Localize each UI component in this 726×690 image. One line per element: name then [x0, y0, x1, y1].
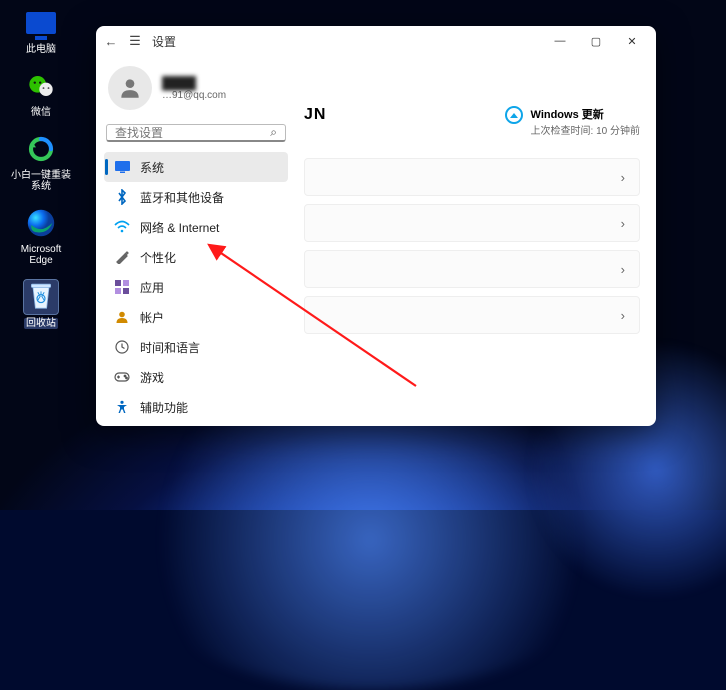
- nav-label: 个性化: [140, 249, 176, 266]
- nav-label: 游戏: [140, 369, 164, 386]
- settings-window: ← ☰ 设置 — ▢ ✕ ████ …91@qq.com ⌕: [96, 26, 656, 426]
- desktop-icon-label: 此电脑: [26, 44, 56, 55]
- update-title: Windows 更新: [531, 106, 640, 122]
- search-icon: ⌕: [270, 125, 277, 140]
- chevron-right-icon: ›: [621, 170, 625, 185]
- nav-item-system[interactable]: 系统: [104, 152, 288, 182]
- wifi-icon: [114, 219, 130, 235]
- sidebar: ████ …91@qq.com ⌕ 系统 蓝牙和其他设备: [96, 56, 296, 426]
- nav-item-apps[interactable]: 应用: [104, 272, 288, 302]
- nav-label: 系统: [140, 159, 164, 176]
- chevron-right-icon: ›: [621, 308, 625, 323]
- desktop-icon-restore-tool[interactable]: 小白一键重装系统: [6, 132, 76, 192]
- window-title: 设置: [152, 33, 176, 50]
- nav-label: 蓝牙和其他设备: [140, 189, 224, 206]
- hamburger-menu-icon[interactable]: ☰: [126, 32, 144, 50]
- window-close-button[interactable]: ✕: [614, 28, 650, 54]
- avatar-icon: [108, 66, 152, 110]
- nav-label: 网络 & Internet: [140, 219, 219, 236]
- nav-item-bluetooth[interactable]: 蓝牙和其他设备: [104, 182, 288, 212]
- profile-name: ████: [162, 76, 226, 90]
- desktop-icon-label: 小白一键重装系统: [11, 170, 71, 192]
- desktop-icons: 此电脑 微信 小白一键重装系统 Microsoft Edge 回收站: [6, 6, 76, 329]
- window-maximize-button[interactable]: ▢: [578, 28, 614, 54]
- apps-icon: [114, 279, 130, 295]
- chevron-right-icon: ›: [621, 262, 625, 277]
- main-pane: JN Windows 更新 上次检查时间: 10 分钟前 › › › ›: [296, 56, 656, 426]
- update-icon: [505, 106, 523, 124]
- settings-card[interactable]: ›: [304, 296, 640, 334]
- nav-item-network[interactable]: 网络 & Internet: [104, 212, 288, 242]
- accessibility-icon: [114, 399, 130, 415]
- this-pc-icon: [26, 12, 56, 34]
- desktop-icon-wechat[interactable]: 微信: [6, 69, 76, 118]
- titlebar[interactable]: ← ☰ 设置 — ▢ ✕: [96, 26, 656, 56]
- nav-label: 时间和语言: [140, 339, 200, 356]
- bluetooth-icon: [114, 189, 130, 205]
- nav-label: 应用: [140, 279, 164, 296]
- nav-item-accessibility[interactable]: 辅助功能: [104, 392, 288, 422]
- nav-item-gaming[interactable]: 游戏: [104, 362, 288, 392]
- window-minimize-button[interactable]: —: [542, 28, 578, 54]
- desktop-icon-label: 回收站: [24, 318, 58, 329]
- nav-label: 帐户: [140, 309, 164, 326]
- search-input[interactable]: ⌕: [106, 124, 286, 142]
- desktop-icon-this-pc[interactable]: 此电脑: [6, 6, 76, 55]
- wechat-icon: [24, 69, 58, 103]
- display-icon: [114, 159, 130, 175]
- chevron-right-icon: ›: [621, 216, 625, 231]
- desktop-icon-label: Microsoft Edge: [11, 244, 71, 266]
- settings-card[interactable]: ›: [304, 158, 640, 196]
- person-icon: [114, 309, 130, 325]
- settings-card[interactable]: ›: [304, 250, 640, 288]
- desktop-icon-label: 微信: [31, 107, 51, 118]
- update-subtitle: 上次检查时间: 10 分钟前: [531, 122, 640, 137]
- back-button[interactable]: ←: [102, 32, 120, 50]
- profile-email: …91@qq.com: [162, 90, 226, 101]
- clock-icon: [114, 339, 130, 355]
- profile-block[interactable]: ████ …91@qq.com: [104, 60, 288, 120]
- nav-item-accounts[interactable]: 帐户: [104, 302, 288, 332]
- windows-update-tile[interactable]: Windows 更新 上次检查时间: 10 分钟前: [505, 106, 640, 137]
- nav-item-time-language[interactable]: 时间和语言: [104, 332, 288, 362]
- desktop-icon-edge[interactable]: Microsoft Edge: [6, 206, 76, 266]
- edge-icon: [24, 206, 58, 240]
- nav-label: 辅助功能: [140, 399, 188, 416]
- desktop-icon-recycle-bin[interactable]: 回收站: [6, 280, 76, 329]
- game-icon: [114, 369, 130, 385]
- recycle-bin-icon: [24, 280, 58, 314]
- nav-list: 系统 蓝牙和其他设备 网络 & Internet: [104, 152, 288, 422]
- restore-tool-icon: [24, 132, 58, 166]
- brush-icon: [114, 249, 130, 265]
- search-field[interactable]: [115, 126, 270, 140]
- settings-card[interactable]: ›: [304, 204, 640, 242]
- nav-item-personalization[interactable]: 个性化: [104, 242, 288, 272]
